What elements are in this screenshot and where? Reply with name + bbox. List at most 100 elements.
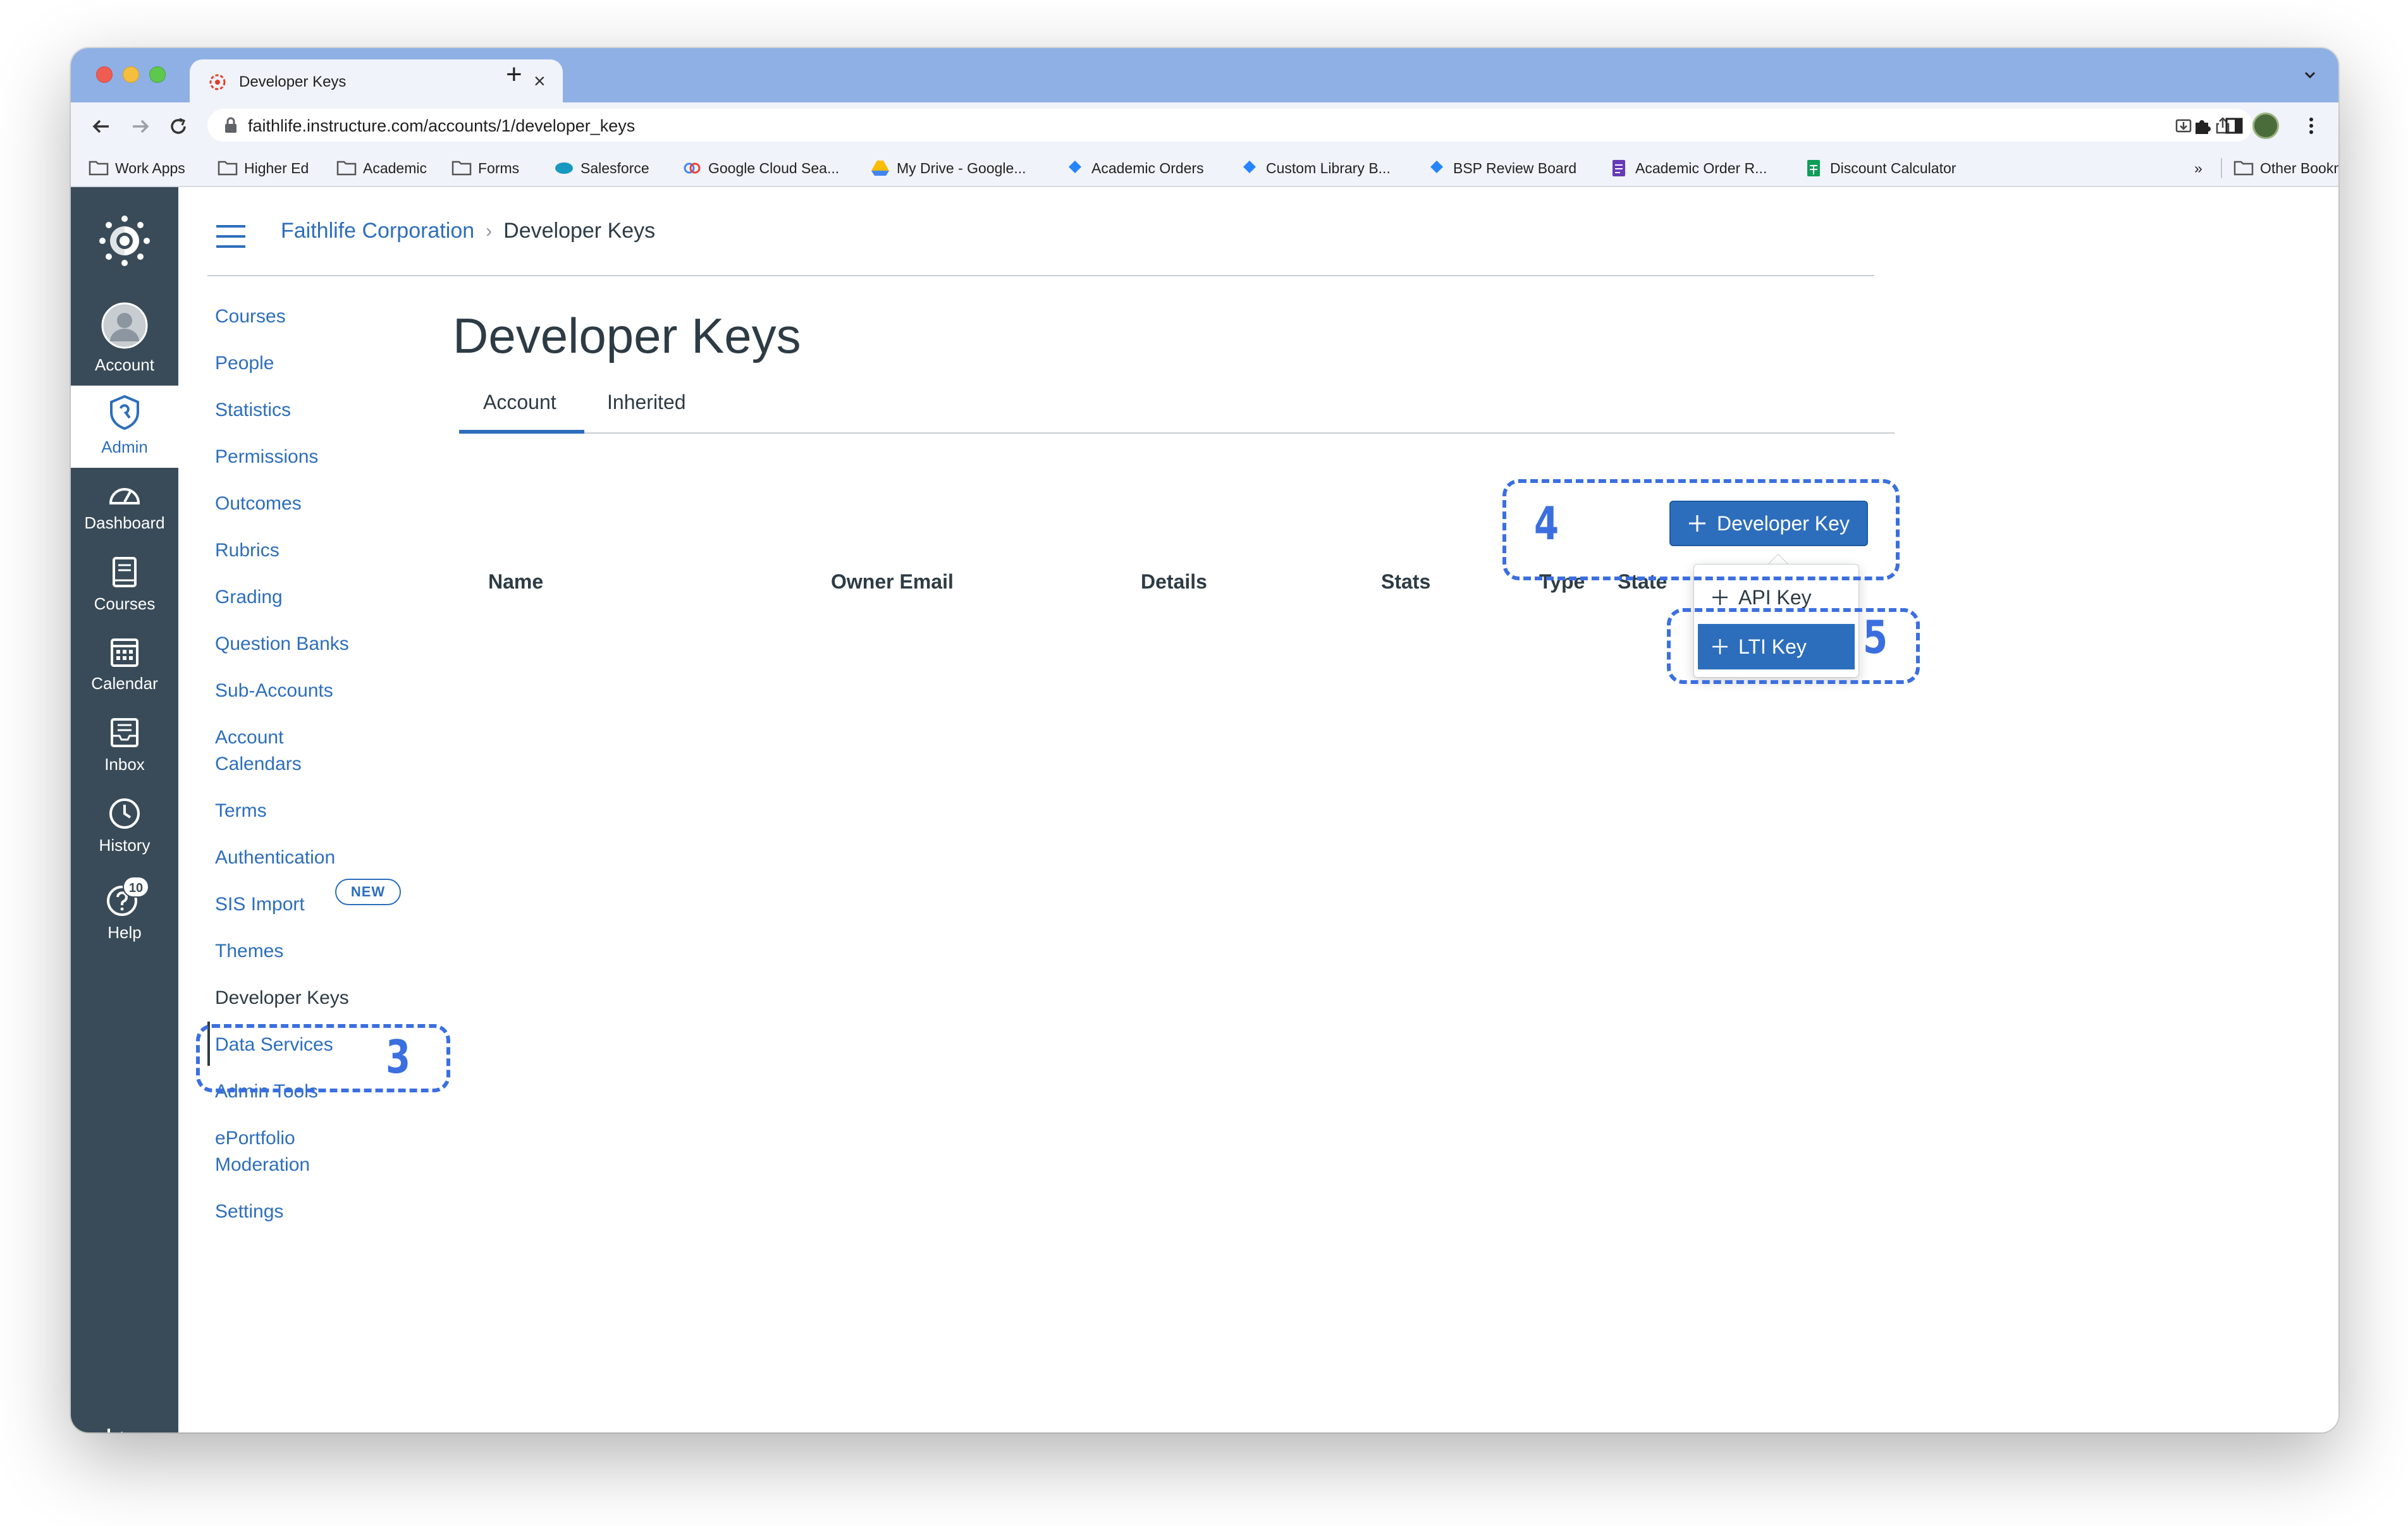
account-nav-people[interactable]: People xyxy=(215,350,274,377)
new-tab-button[interactable]: + xyxy=(506,61,522,89)
global-nav-admin[interactable]: Admin xyxy=(71,386,178,468)
bookmark-item[interactable]: Higher Ed xyxy=(218,157,309,180)
tab-account[interactable]: Account xyxy=(483,391,556,414)
folder-icon xyxy=(452,161,472,176)
global-nav-calendar[interactable]: Calendar xyxy=(71,636,178,705)
global-nav-account[interactable]: Account xyxy=(71,302,178,384)
header-divider xyxy=(207,275,1874,276)
jira-icon xyxy=(1243,161,1256,173)
bookmark-item[interactable]: Google Cloud Sea... xyxy=(682,157,839,180)
account-nav-sis-import[interactable]: SIS Import xyxy=(215,891,305,918)
bookmark-item[interactable]: Forms xyxy=(452,157,519,180)
account-nav-courses[interactable]: Courses xyxy=(215,303,286,330)
account-nav-grading[interactable]: Grading xyxy=(215,584,283,611)
more-menu-icon[interactable] xyxy=(2300,115,2322,137)
forms-icon xyxy=(1612,160,1625,176)
breadcrumb-developer-keys: Developer Keys xyxy=(503,219,656,243)
hamburger-menu-icon[interactable] xyxy=(215,224,247,249)
global-nav-help[interactable]: 10 Help xyxy=(71,876,178,952)
tab-inherited[interactable]: Inherited xyxy=(607,391,686,414)
account-nav-account-calendars-line1[interactable]: Account xyxy=(215,724,283,751)
tab-strip: Developer Keys × + xyxy=(71,48,2338,102)
shield-icon xyxy=(110,394,139,430)
bookmark-item[interactable]: Discount Calculator xyxy=(1803,157,1956,180)
plus-icon xyxy=(1712,590,1728,605)
browser-chrome: Developer Keys × + faithlife.instructure… xyxy=(71,48,2338,187)
bookmark-label: Academic Order R... xyxy=(1635,159,1767,176)
install-app-icon[interactable] xyxy=(2174,116,2193,135)
collapse-nav-icon[interactable] xyxy=(106,1427,143,1432)
account-nav-sub-accounts[interactable]: Sub-Accounts xyxy=(215,678,333,704)
column-header-name: Name xyxy=(488,570,544,593)
account-nav-question-banks[interactable]: Question Banks xyxy=(215,631,349,657)
bookmark-item[interactable]: Salesforce xyxy=(554,157,649,180)
breadcrumb-faithlife-corporation[interactable]: Faithlife Corporation xyxy=(281,219,474,243)
bookmark-item[interactable]: My Drive - Google... xyxy=(870,157,1026,180)
column-header-stats: Stats xyxy=(1381,570,1431,593)
account-nav-developer-keys[interactable]: Developer Keys xyxy=(215,985,349,1011)
account-nav-permissions[interactable]: Permissions xyxy=(215,444,318,470)
book-icon xyxy=(113,557,137,587)
canvas-logo-icon[interactable] xyxy=(96,212,153,269)
global-nav-courses[interactable]: Courses xyxy=(71,556,178,626)
profile-avatar[interactable] xyxy=(2252,113,2279,139)
bookmark-item[interactable]: Custom Library B... xyxy=(1239,157,1391,180)
calendar-icon xyxy=(111,638,138,667)
global-nav-history-label: History xyxy=(99,836,150,855)
bookmarks-overflow-button[interactable]: » xyxy=(2194,157,2202,180)
bookmark-label: Academic Orders xyxy=(1091,159,1204,176)
bookmark-label: Google Cloud Sea... xyxy=(708,159,840,176)
clock-icon xyxy=(109,798,140,829)
global-nav-dashboard-label: Dashboard xyxy=(84,513,165,532)
account-nav-authentication[interactable]: Authentication xyxy=(215,845,335,871)
selected-tab-indicator xyxy=(459,430,584,434)
back-arrow-icon[interactable] xyxy=(90,115,113,138)
account-nav-account-calendars-line2[interactable]: Calendars xyxy=(215,751,302,778)
tabs-divider xyxy=(459,432,1895,434)
global-nav-dashboard[interactable]: Dashboard xyxy=(71,478,178,547)
global-nav-history[interactable]: History xyxy=(71,798,178,867)
other-bookmarks-folder[interactable]: Other Bookmarks xyxy=(2233,157,2338,180)
close-window-button[interactable] xyxy=(96,66,113,83)
url-text: faithlife.instructure.com/accounts/1/dev… xyxy=(248,116,636,135)
address-bar[interactable]: faithlife.instructure.com/accounts/1/dev… xyxy=(207,109,2271,142)
side-panel-icon[interactable] xyxy=(2223,115,2245,137)
bookmark-item[interactable]: Academic Order R... xyxy=(1609,157,1767,180)
bookmark-item[interactable]: Academic xyxy=(336,157,427,180)
callout-number-5: 5 xyxy=(1863,611,1888,664)
callout-step-3 xyxy=(196,1024,450,1092)
breadcrumb-separator: › xyxy=(486,220,493,241)
account-nav-themes[interactable]: Themes xyxy=(215,938,283,965)
reload-icon[interactable] xyxy=(167,115,190,138)
callout-number-3: 3 xyxy=(386,1030,411,1083)
bookmark-label: My Drive - Google... xyxy=(897,159,1026,176)
extensions-puzzle-icon[interactable] xyxy=(2192,115,2213,137)
close-tab-icon[interactable]: × xyxy=(534,68,546,94)
global-nav-help-label: Help xyxy=(108,923,142,942)
bookmark-label: Higher Ed xyxy=(244,159,309,176)
bookmark-label: Academic xyxy=(363,159,427,176)
account-nav-eportfolio-line2[interactable]: Moderation xyxy=(215,1152,310,1178)
account-nav-outcomes[interactable]: Outcomes xyxy=(215,491,302,517)
account-nav-statistics[interactable]: Statistics xyxy=(215,397,291,424)
page-title: Developer Keys xyxy=(453,308,801,363)
account-nav-eportfolio-line1[interactable]: ePortfolio xyxy=(215,1125,295,1152)
forward-arrow-icon[interactable] xyxy=(129,115,152,138)
chevron-down-icon[interactable] xyxy=(2300,66,2319,85)
google-cloud-icon xyxy=(684,162,701,174)
zoom-window-button[interactable] xyxy=(149,66,166,83)
global-nav-inbox[interactable]: Inbox xyxy=(71,717,178,786)
minimize-window-button[interactable] xyxy=(123,66,139,83)
bookmark-item[interactable]: Work Apps xyxy=(89,157,185,180)
account-nav-rubrics[interactable]: Rubrics xyxy=(215,537,280,564)
account-nav-terms[interactable]: Terms xyxy=(215,798,267,824)
bookmark-item[interactable]: Academic Orders xyxy=(1065,157,1204,180)
bookmark-item[interactable]: BSP Review Board xyxy=(1427,157,1576,180)
jira-icon xyxy=(1430,161,1443,173)
account-nav-settings[interactable]: Settings xyxy=(215,1199,283,1225)
bookmarks-separator xyxy=(2221,158,2222,178)
bookmark-label: Custom Library B... xyxy=(1266,159,1391,176)
canvas-favicon-icon xyxy=(209,74,226,90)
global-nav-courses-label: Courses xyxy=(94,594,156,613)
browser-toolbar: faithlife.instructure.com/accounts/1/dev… xyxy=(71,102,2338,149)
